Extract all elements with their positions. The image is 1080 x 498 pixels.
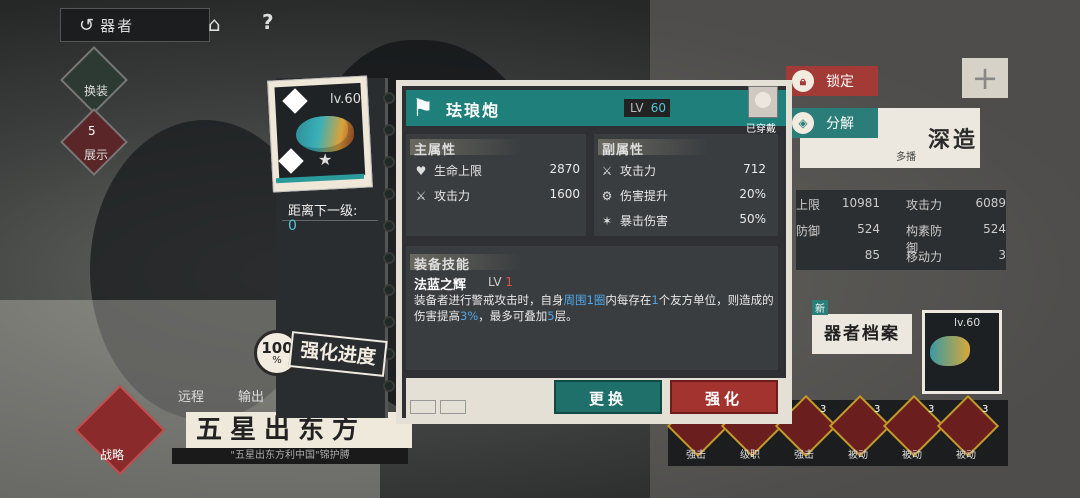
skill-label: 强击	[794, 450, 814, 461]
stat-row: 85 移动力 3	[864, 248, 1006, 264]
equipment-level-prefix: LV	[630, 101, 644, 115]
new-badge: 新	[812, 300, 828, 315]
role-tags: 远程 输出	[178, 386, 264, 405]
crit-icon: ✶	[601, 213, 613, 228]
main-attr-value: 1600	[549, 187, 580, 201]
skill-count: 3	[874, 404, 881, 415]
binder-ring	[383, 92, 395, 104]
skill-section-title: 装备技能	[414, 258, 471, 273]
binder-ring	[383, 124, 395, 136]
enhance-button[interactable]: 强化	[670, 380, 778, 414]
lock-label: 锁定	[826, 74, 854, 90]
back-arrow-icon[interactable]: ↺	[79, 15, 94, 36]
home-icon[interactable]: ⌂	[208, 12, 221, 36]
back-nav[interactable]: ↺ 器者	[60, 8, 210, 42]
role-tag: 输出	[238, 390, 265, 405]
dismantle-button[interactable]: ◈ 分解	[786, 108, 878, 138]
sub-attr-label: 攻击力	[620, 164, 657, 178]
sub-attr-row: ⚔ 攻击力	[600, 162, 656, 179]
skill-name: 法蓝之辉	[414, 278, 467, 293]
skill-label: 级职	[740, 450, 760, 461]
equipment-card-level: lv.60	[330, 92, 361, 107]
skill-description: 装备者进行警戒攻击时，自身周围1圈内每存在1个友方单位，则造成的伤害提高3%，最…	[414, 293, 774, 323]
skill-count: 3	[982, 404, 989, 415]
strategy-label: 战略	[100, 448, 125, 462]
binder-ring	[383, 188, 395, 200]
stamp-icon	[410, 400, 436, 414]
skill-label: 强击	[686, 450, 706, 461]
star-icon: ★	[318, 150, 333, 169]
deep-study-sub: 多播	[896, 152, 916, 163]
binder-ring	[383, 252, 395, 264]
sub-attr-value: 20%	[739, 187, 766, 201]
crossed-swords-icon: ⚔	[415, 188, 427, 203]
skill-level: LV 1	[488, 275, 514, 289]
main-attr-value: 2870	[549, 162, 580, 176]
cannon-fish-icon	[296, 116, 354, 152]
next-level-value: 0	[288, 218, 297, 234]
main-attr-label: 生命上限	[434, 164, 483, 178]
equipment-level-value: 60	[650, 101, 666, 115]
dismantle-icon: ◈	[792, 112, 814, 134]
progress-label: 强化进度	[288, 331, 388, 377]
equipment-name: 珐琅炮	[446, 101, 501, 120]
skill-label: 被动	[902, 450, 922, 461]
lock-icon: 🔒︎	[792, 70, 814, 92]
next-level-label: 距离下一级:	[288, 204, 358, 219]
sub-attr-row: ✶ 暴击伤害	[600, 212, 668, 229]
sub-attr-value: 712	[743, 162, 766, 176]
archive-button[interactable]: 器者档案	[812, 314, 912, 354]
dismantle-label: 分解	[826, 116, 854, 132]
add-button[interactable]: +	[962, 58, 1008, 98]
main-attr-row: ⚔ 攻击力	[414, 187, 470, 204]
stat-row: 上限 10981 攻击力 6089	[796, 196, 1006, 212]
skill-count: 3	[928, 404, 935, 415]
equipped-label: 已穿戴	[746, 124, 776, 135]
display-count: 5	[88, 124, 96, 138]
flag-icon: ⚑	[412, 94, 434, 122]
deep-study-label: 深造	[928, 127, 979, 153]
enhance-progress-badge: 100 % 强化进度	[250, 326, 390, 382]
role-tag: 远程	[178, 390, 205, 405]
crossed-swords-icon: ⚔	[601, 163, 613, 178]
swap-label: 换装	[83, 84, 108, 98]
skill-label: 被动	[848, 450, 868, 461]
sub-attr-value: 50%	[739, 212, 766, 226]
help-button[interactable]: ?	[262, 10, 274, 34]
main-attr-title: 主属性	[414, 143, 457, 158]
main-attr-label: 攻击力	[434, 189, 471, 203]
heart-icon: ♥	[415, 163, 427, 178]
equipment-slot-level: lv.60	[954, 316, 981, 329]
skill-count: 3	[820, 404, 827, 415]
change-button[interactable]: 更换	[554, 380, 662, 414]
binder-ring	[383, 220, 395, 232]
avatar-face-icon	[755, 92, 771, 108]
sub-attr-title: 副属性	[602, 143, 645, 158]
sub-attr-label: 伤害提升	[620, 189, 669, 203]
character-subtitle: "五星出东方利中国"锦护膊	[172, 448, 408, 464]
sub-attr-row: ⚙ 伤害提升	[600, 187, 668, 204]
equipment-thumb-icon	[930, 336, 970, 366]
stamp-icon	[440, 400, 466, 414]
sub-attr-label: 暴击伤害	[620, 214, 669, 228]
binder-ring	[383, 284, 395, 296]
binder-ring	[383, 156, 395, 168]
display-label: 展示	[83, 148, 108, 162]
lock-button[interactable]: 🔒︎ 锁定	[786, 66, 878, 96]
nav-title: 器者	[100, 16, 135, 35]
gear-damage-icon: ⚙	[601, 188, 613, 203]
main-attr-row: ♥ 生命上限	[414, 162, 482, 179]
skill-label: 被动	[956, 450, 976, 461]
